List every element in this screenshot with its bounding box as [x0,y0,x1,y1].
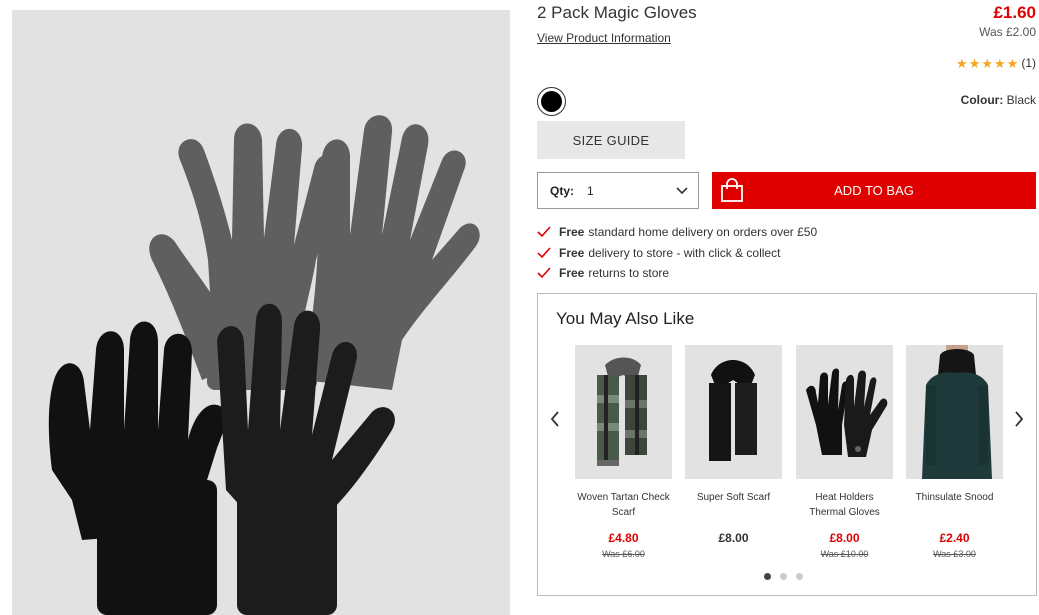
product-price: £1.60 [993,3,1036,22]
product-thumbnail [685,345,782,479]
product-card[interactable]: Woven Tartan Check Scarf £4.80 Was £6.00 [575,345,672,559]
benefit-strong: Free [559,245,585,260]
benefit-item: Free standard home delivery on orders ov… [537,222,817,243]
star-icon: ★ [994,55,1006,71]
carousel-dot[interactable] [764,573,771,580]
benefit-text: standard home delivery on orders over £5… [588,225,818,240]
carousel-pagination [764,573,803,580]
qty-value: 1 [587,183,594,198]
benefit-text: delivery to store - with click & collect [588,245,781,260]
qty-label: Qty: [550,183,574,198]
swatch-dot [541,91,562,112]
scarf-image [709,360,757,461]
size-guide-button[interactable]: SIZE GUIDE [537,121,685,159]
star-icon: ★ [1006,55,1019,71]
delivery-benefits: Free standard home delivery on orders ov… [537,222,817,284]
product-card[interactable]: Thinsulate Snood £2.40 Was £3.00 [906,345,1003,559]
product-card-price: £4.80 [608,531,639,545]
product-thumbnail [906,345,1003,479]
product-card-was-price: Was £10.00 [820,549,869,559]
product-card[interactable]: Super Soft Scarf £8.00 [685,345,782,549]
product-card-name: Heat Holders Thermal Gloves [809,492,880,518]
recommendations-carousel: You May Also Like Woven Tartan Check Sca… [537,293,1037,596]
checkmark-icon [537,247,551,259]
product-card-name: Thinsulate Snood [915,492,994,503]
gloves-image [806,368,888,457]
rating-count: (1) [1021,56,1036,70]
gloves-photo [48,115,480,615]
chevron-right-icon[interactable] [1014,411,1024,427]
product-card-price: £8.00 [718,531,749,545]
product-card-name: Woven Tartan Check Scarf [577,492,670,518]
benefit-item: Free delivery to store - with click & co… [537,243,817,264]
star-icon: ★ [956,55,968,71]
snood-image [922,345,992,479]
quantity-select[interactable]: Qty: 1 [537,172,699,209]
product-card-price: £8.00 [829,531,860,545]
carousel-dot[interactable] [796,573,803,580]
product-was-price: Was £2.00 [979,25,1036,39]
checkmark-icon [537,267,551,279]
add-to-bag-button[interactable]: ADD TO BAG [712,172,1036,209]
recommendations-title: You May Also Like [556,309,695,328]
product-image[interactable] [12,10,510,615]
product-thumbnail [575,345,672,479]
product-title: 2 Pack Magic Gloves [537,3,697,22]
benefit-text: returns to store [588,266,670,281]
product-thumbnail [796,345,893,479]
colour-selection: Colour: Black [961,93,1036,107]
star-icon: ★ [968,55,981,71]
product-card-price: £2.40 [939,531,970,545]
add-to-bag-label: ADD TO BAG [834,183,914,198]
benefit-item: Free returns to store [537,263,817,284]
chevron-left-icon[interactable] [550,411,560,427]
benefit-strong: Free [559,225,585,240]
rating[interactable]: ★ ★ ★ ★ ★ (1) [956,56,1036,70]
chevron-down-icon [676,186,688,194]
view-product-info-link[interactable]: View Product Information [537,31,671,45]
star-icon: ★ [981,55,994,71]
colour-label: Colour: [960,93,1004,107]
product-card-name: Super Soft Scarf [696,492,771,503]
product-card[interactable]: Heat Holders Thermal Gloves £8.00 Was £1… [796,345,893,559]
checkmark-icon [537,226,551,238]
benefit-strong: Free [559,266,585,281]
shopping-bag-icon [721,178,743,202]
carousel-dot[interactable] [780,573,787,580]
scarf-image [597,357,647,466]
product-card-was-price: Was £6.00 [602,549,645,559]
colour-swatch-black[interactable] [537,87,566,116]
colour-value: Black [1006,93,1036,107]
product-card-was-price: Was £3.00 [933,549,976,559]
